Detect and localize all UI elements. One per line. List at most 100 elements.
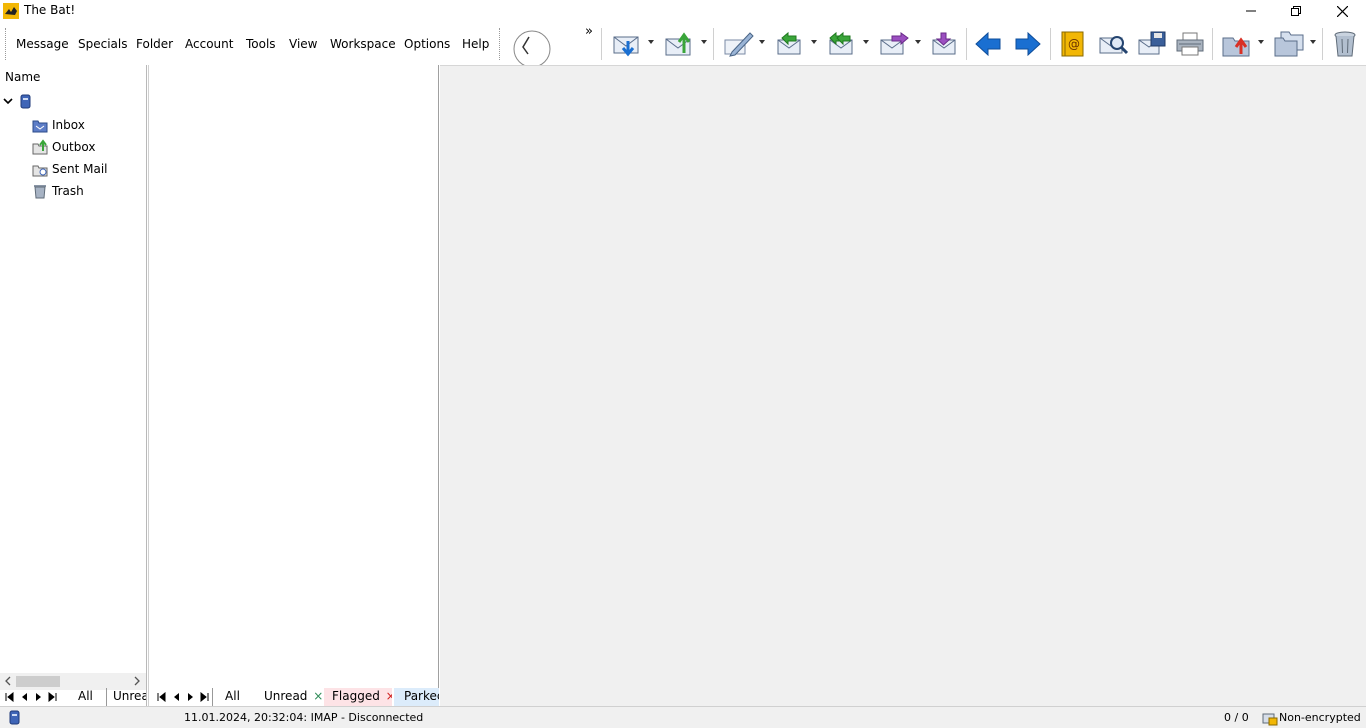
toolbar-separator [1050,28,1051,60]
message-preview-pane[interactable] [440,65,1366,706]
message-list-pane[interactable] [148,65,439,706]
restore-button[interactable] [1273,0,1319,22]
new-message-dropdown[interactable] [759,40,765,44]
new-message-icon [724,32,754,57]
mail-account-icon [20,94,31,109]
save-message-icon [1138,31,1166,55]
next-button[interactable] [1013,26,1043,62]
folder-tree-pane: Name Inbox Outbox Sent Mail Trash [0,65,147,706]
folder-trash[interactable]: Trash [32,181,84,201]
tab-close-icon[interactable]: × [386,689,392,703]
menu-tools[interactable]: Tools [246,37,276,51]
toolbar-separator [1212,28,1213,60]
minimize-icon [1246,10,1256,12]
delete-icon [1334,31,1356,57]
toolbar-grip[interactable] [499,28,502,60]
scrollbar-thumb[interactable] [16,676,60,687]
connection-status-icon[interactable] [8,710,22,726]
folder-tab-unread[interactable]: Unrea [106,688,146,706]
folder-column-header[interactable]: Name [5,70,40,84]
send-mail-dropdown[interactable] [701,40,707,44]
message-tab-strip: All Unread × Flagged × Parkec [152,688,439,706]
folder-outbox[interactable]: Outbox [32,137,95,157]
menu-folder[interactable]: Folder [136,37,173,51]
reply-dropdown[interactable] [811,40,817,44]
redirect-button[interactable] [929,26,961,62]
previous-icon [975,31,1001,57]
toolbar-separator [713,28,714,60]
move-to-folder-icon [1222,37,1250,57]
folder-label: Trash [52,184,84,198]
scroll-right-icon[interactable] [133,676,141,686]
the-bat-logo-icon [3,3,19,19]
delete-button[interactable] [1330,26,1360,62]
copy-to-folder-icon [1274,31,1304,57]
reply-all-icon [829,31,853,55]
forward-dropdown[interactable] [915,40,921,44]
send-mail-icon [665,32,691,56]
folder-sent-mail[interactable]: Sent Mail [32,159,108,179]
reply-icon [777,31,801,55]
new-message-button[interactable] [721,26,755,62]
close-icon [1336,5,1348,17]
find-button[interactable] [1096,26,1130,62]
status-log: 11.01.2024, 20:32:04: IMAP - Disconnecte… [184,711,424,724]
folder-label: Sent Mail [52,162,108,176]
find-icon [1099,36,1129,55]
restore-icon [1291,6,1301,16]
outbox-icon [32,139,48,155]
toolbar-separator [1322,28,1323,60]
trash-icon [34,185,46,199]
save-message-button[interactable] [1136,26,1168,62]
tab-close-icon[interactable]: × [313,689,322,703]
folder-label: Outbox [52,140,96,154]
menu-toolbar-row: Message Specials Folder Account Tools Vi… [0,22,1366,68]
tab-nav-arrows-icon[interactable] [5,692,57,702]
forward-icon [880,32,909,55]
svg-text:@: @ [1068,37,1080,51]
menu-help[interactable]: Help [462,37,489,51]
menu-specials[interactable]: Specials [78,37,128,51]
previous-button[interactable] [973,26,1003,62]
account-node[interactable] [3,91,37,111]
menu-account[interactable]: Account [185,37,233,51]
status-bar: 11.01.2024, 20:32:04: IMAP - Disconnecte… [0,706,1366,728]
menu-grip[interactable] [5,28,8,60]
move-to-folder-dropdown[interactable] [1258,40,1264,44]
toolbar-overflow-button[interactable]: » [585,24,593,39]
get-mail-button[interactable] [611,26,643,62]
forward-button[interactable] [877,26,911,62]
message-tab-flagged[interactable]: Flagged × [324,688,392,706]
tab-label: Flagged [332,689,380,703]
address-book-button[interactable]: @ [1057,26,1087,62]
minimize-button[interactable] [1228,0,1274,22]
reply-all-dropdown[interactable] [863,40,869,44]
copy-to-folder-dropdown[interactable] [1310,40,1316,44]
message-tab-unread[interactable]: Unread × [256,688,322,706]
scroll-left-icon[interactable] [4,676,12,686]
reply-button[interactable] [773,26,805,62]
get-mail-dropdown[interactable] [648,40,654,44]
window-title: The Bat! [24,3,76,17]
get-mail-icon [613,36,639,57]
menu-view[interactable]: View [289,37,317,51]
folder-tab-all[interactable]: All [78,688,100,706]
folder-inbox[interactable]: Inbox [32,115,85,135]
message-tab-parked[interactable]: Parkec [394,688,439,706]
status-counter: 0 / 0 [1224,711,1249,724]
message-tab-all[interactable]: All [212,688,252,706]
menu-message[interactable]: Message [16,37,69,51]
tab-nav-arrows-icon[interactable] [157,692,209,702]
menu-workspace[interactable]: Workspace [330,37,396,51]
back-circle-button[interactable] [512,29,552,69]
send-mail-button[interactable] [663,26,695,62]
copy-to-folder-button[interactable] [1272,26,1306,62]
folder-label: Inbox [52,118,85,132]
chevron-down-icon[interactable] [3,96,13,106]
print-button[interactable] [1174,26,1206,62]
reply-all-button[interactable] [825,26,857,62]
menu-options[interactable]: Options [404,37,450,51]
move-to-folder-button[interactable] [1220,26,1254,62]
encryption-status-icon [1262,713,1278,726]
close-button[interactable] [1319,0,1365,22]
